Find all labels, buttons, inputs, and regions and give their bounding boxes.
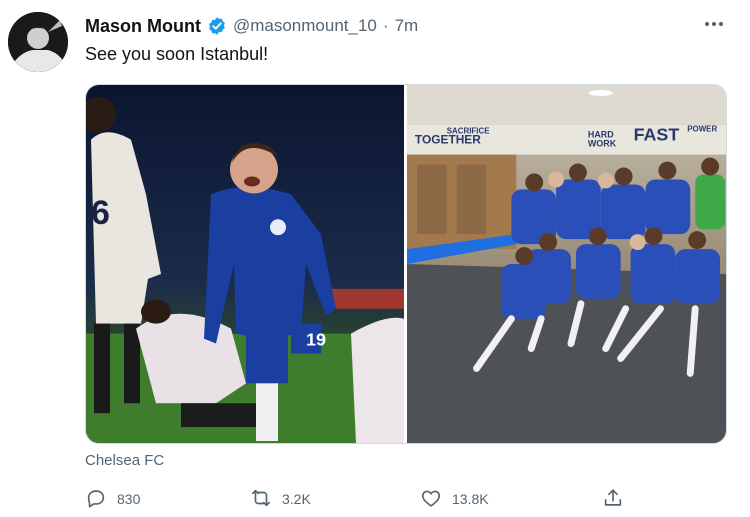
- verified-badge-icon: [207, 16, 227, 36]
- heart-icon: [420, 487, 442, 512]
- avatar-image: [8, 12, 68, 72]
- more-options-icon[interactable]: [702, 14, 726, 34]
- tweet-header: Mason Mount @masonmount_10 · 7m: [85, 14, 418, 38]
- reply-icon: [85, 487, 107, 512]
- wall-text-work: WORK: [588, 139, 617, 149]
- like-count: 13.8K: [452, 491, 489, 507]
- tweet-actions: 830 3.2K 13.8K: [85, 485, 645, 513]
- media-photo-dressing-room[interactable]: SACRIFICE TOGETHER HARD WORK FAST POWER: [407, 85, 726, 443]
- share-button[interactable]: [602, 485, 624, 513]
- svg-text:19: 19: [306, 330, 326, 350]
- media-photo-celebration[interactable]: 6 19: [86, 85, 404, 443]
- source-label[interactable]: Chelsea FC: [85, 452, 164, 469]
- tweet-card: Mason Mount @masonmount_10 · 7m See you …: [0, 0, 750, 517]
- retweet-button[interactable]: 3.2K: [250, 485, 311, 513]
- reply-count: 830: [117, 491, 141, 507]
- svg-text:6: 6: [91, 194, 110, 232]
- header-separator: ·: [382, 16, 389, 35]
- retweet-icon: [250, 487, 272, 512]
- like-button[interactable]: 13.8K: [420, 485, 489, 513]
- tweet-timestamp[interactable]: 7m: [395, 16, 419, 36]
- wall-text-power: POWER: [687, 125, 717, 134]
- reply-button[interactable]: 830: [85, 485, 140, 513]
- tweet-media: 6 19 SACRIFICE TOGETHER HARD WORK FAST P…: [85, 84, 727, 444]
- wall-text-together: TOGETHER: [415, 133, 481, 147]
- share-icon: [602, 487, 624, 512]
- retweet-count: 3.2K: [282, 491, 311, 507]
- user-handle[interactable]: @masonmount_10: [233, 16, 377, 36]
- tweet-text: See you soon Istanbul!: [85, 44, 269, 64]
- avatar[interactable]: [8, 12, 68, 72]
- wall-text-fast: FAST: [634, 125, 680, 145]
- display-name[interactable]: Mason Mount: [85, 16, 201, 37]
